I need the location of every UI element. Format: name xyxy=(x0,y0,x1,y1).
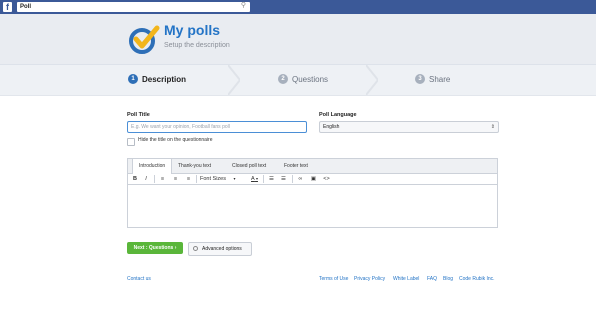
chevron-down-icon: ▾ xyxy=(255,176,258,181)
contact-us-link[interactable]: Contact us xyxy=(127,276,151,282)
toolbar-divider xyxy=(196,175,197,183)
image-icon[interactable]: ▣ xyxy=(309,174,318,184)
footer-link-privacy[interactable]: Privacy Policy xyxy=(354,276,385,282)
step-number: 1 xyxy=(128,74,138,84)
align-left-icon[interactable]: ≡ xyxy=(158,174,167,184)
hide-title-label: Hide the title on the questionnaire xyxy=(138,137,213,143)
tab-thank-you-text[interactable]: Thank-you text xyxy=(172,159,217,173)
facebook-bar: f Poll ⚲ xyxy=(0,0,596,14)
editor-content-area[interactable] xyxy=(128,185,497,227)
source-code-icon[interactable]: <> xyxy=(322,174,331,184)
font-color-label: A xyxy=(251,176,255,182)
footer-link-faq[interactable]: FAQ xyxy=(427,276,437,282)
align-center-icon[interactable]: ≡ xyxy=(171,174,180,184)
tab-introduction[interactable]: Introduction xyxy=(132,159,173,174)
poll-title-label: Poll Title xyxy=(127,112,150,118)
select-arrows-icon: ⇕ xyxy=(490,124,495,130)
step-number: 2 xyxy=(278,74,288,84)
next-questions-button[interactable]: Next : Questions › xyxy=(127,242,183,254)
step-separator xyxy=(366,65,378,95)
poll-language-label: Poll Language xyxy=(319,112,357,118)
step-label: Share xyxy=(429,74,451,84)
tab-footer-text[interactable]: Footer text xyxy=(278,159,314,173)
tab-closed-poll-text[interactable]: Closed poll text xyxy=(226,159,272,173)
step-description[interactable]: 1 Description xyxy=(128,74,186,84)
poll-language-select[interactable]: English ⇕ xyxy=(319,121,499,133)
editor-toolbar: B I ≡ ≡ ≡ Font Sizes ▾ A ▾ ☰ ☰ ∞ ▣ <> xyxy=(128,174,497,185)
wizard-steps: 1 Description 2 Questions 3 Share xyxy=(0,65,596,96)
footer-link-white-label[interactable]: White Label xyxy=(393,276,419,282)
check-badge-icon xyxy=(129,25,160,54)
numbered-list-icon[interactable]: ☰ xyxy=(279,174,288,184)
facebook-logo[interactable]: f xyxy=(3,2,12,12)
advanced-options-label: Advanced options xyxy=(202,246,242,252)
poll-language-value: English xyxy=(323,124,340,130)
toolbar-divider xyxy=(292,175,293,183)
facebook-search-box[interactable]: Poll ⚲ xyxy=(17,2,250,12)
chevron-down-icon: ▾ xyxy=(233,176,236,181)
poll-title-input[interactable]: E.g. We want your opinion, Football fans… xyxy=(127,121,307,133)
align-right-icon[interactable]: ≡ xyxy=(184,174,193,184)
page-title: My polls xyxy=(164,22,221,38)
font-sizes-dropdown[interactable]: Font Sizes ▾ xyxy=(200,174,246,184)
step-number: 3 xyxy=(415,74,425,84)
footer-link-terms[interactable]: Terms of Use xyxy=(319,276,348,282)
step-separator xyxy=(228,65,240,95)
toolbar-divider xyxy=(154,175,155,183)
advanced-options-button[interactable]: Advanced options xyxy=(188,242,252,256)
rich-text-editor: Introduction Thank-you text Closed poll … xyxy=(127,158,498,228)
magnifier-icon[interactable]: ⚲ xyxy=(241,1,246,11)
step-label: Description xyxy=(142,74,187,84)
editor-tabs: Introduction Thank-you text Closed poll … xyxy=(128,159,497,174)
toolbar-divider xyxy=(263,175,264,183)
step-questions[interactable]: 2 Questions xyxy=(278,74,328,84)
page-subtitle: Setup the description xyxy=(164,42,230,49)
step-share[interactable]: 3 Share xyxy=(415,74,450,84)
gear-icon xyxy=(193,246,198,251)
italic-button[interactable]: I xyxy=(142,174,150,184)
footer-link-company[interactable]: Code Rubik Inc. xyxy=(459,276,495,282)
bold-button[interactable]: B xyxy=(131,174,139,184)
font-color-button[interactable]: A ▾ xyxy=(248,174,261,184)
facebook-search-value: Poll xyxy=(20,4,32,10)
hide-title-checkbox[interactable] xyxy=(127,138,135,146)
footer-link-blog[interactable]: Blog xyxy=(443,276,453,282)
step-label: Questions xyxy=(292,74,329,84)
font-sizes-label: Font Sizes xyxy=(200,176,226,182)
link-icon[interactable]: ∞ xyxy=(296,174,305,184)
page-header: My polls Setup the description xyxy=(0,14,596,65)
bulleted-list-icon[interactable]: ☰ xyxy=(267,174,276,184)
